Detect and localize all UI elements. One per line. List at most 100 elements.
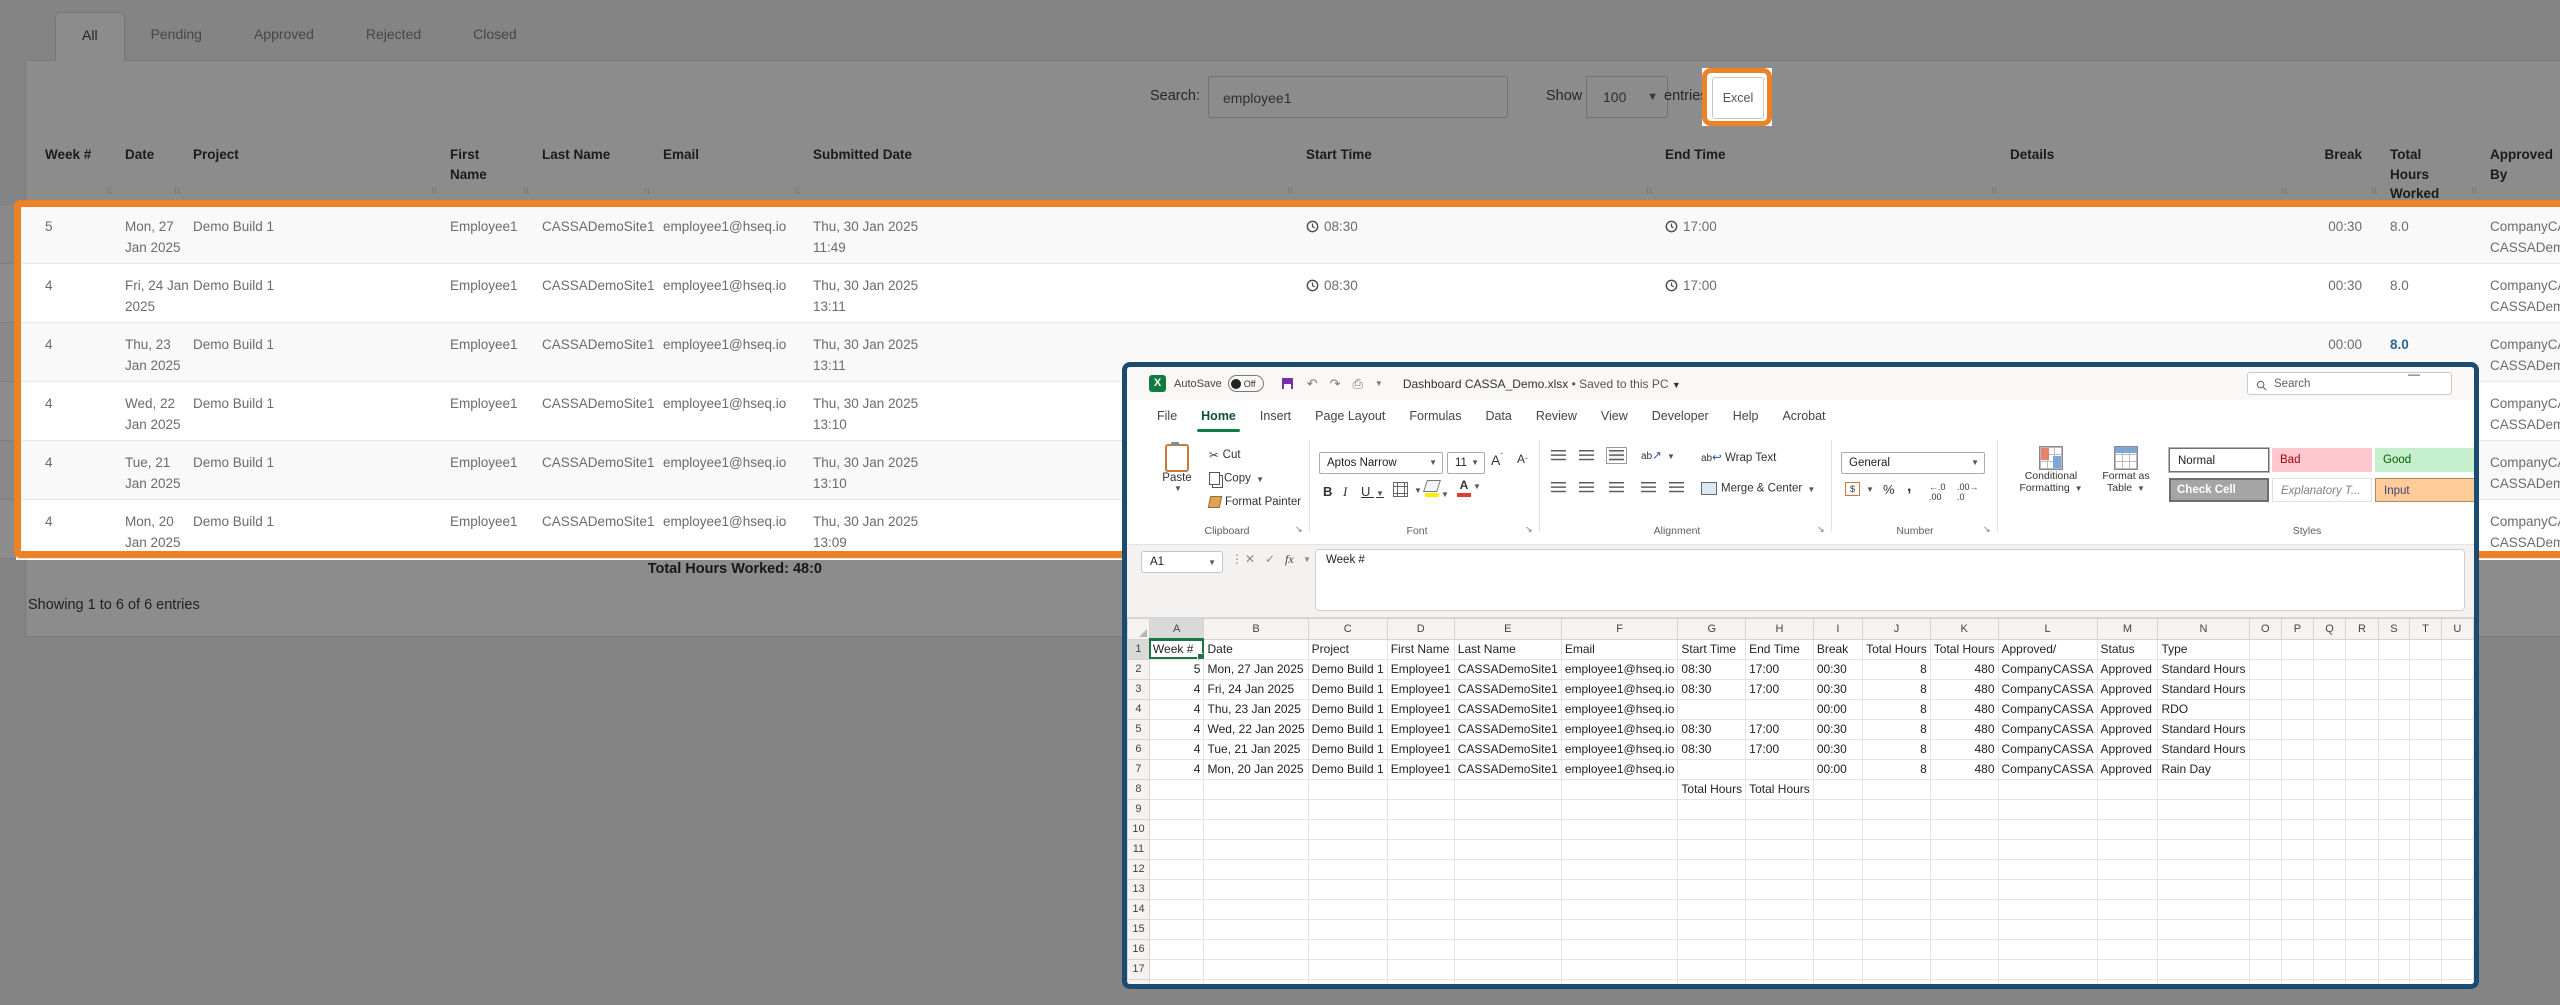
excel-cell[interactable]: Date [1204,639,1308,659]
excel-cell[interactable] [2346,879,2378,899]
copy-button[interactable]: Copy ▼ [1209,472,1264,485]
excel-cell[interactable] [2441,719,2473,739]
excel-cell[interactable] [2346,659,2378,679]
column-letter-L[interactable]: L [1998,619,2097,640]
excel-cell[interactable] [1813,839,1862,859]
excel-cell[interactable] [2282,839,2314,859]
excel-cell[interactable] [2282,959,2314,979]
excel-cell[interactable] [1454,919,1561,939]
excel-cell[interactable]: 4 [1149,739,1204,759]
cut-button[interactable]: ✂Cut [1209,448,1241,462]
excel-cell[interactable] [2410,739,2441,759]
excel-cell[interactable] [1863,939,1931,959]
excel-cell[interactable]: employee1@hseq.io [1561,659,1678,679]
excel-cell[interactable] [2378,739,2410,759]
excel-cell[interactable]: 4 [1149,679,1204,699]
excel-cell[interactable]: CompanyCASSA [1998,719,2097,739]
excel-cell[interactable]: Approved [2097,679,2158,699]
format-as-table-button[interactable]: Format asTable ▼ [2091,446,2161,494]
excel-cell[interactable] [1930,779,1998,799]
excel-cell[interactable] [2313,959,2346,979]
excel-cell[interactable]: 00:30 [1813,739,1862,759]
excel-cell[interactable]: 00:30 [1813,659,1862,679]
excel-cell[interactable]: Fri, 24 Jan 2025 [1204,679,1308,699]
column-letter-J[interactable]: J [1863,619,1931,640]
sort-icon[interactable]: ↑↓ [105,184,111,199]
excel-cell[interactable] [2282,819,2314,839]
excel-cell[interactable] [1678,699,1746,719]
column-letter-P[interactable]: P [2282,619,2314,640]
excel-cell[interactable] [2249,679,2282,699]
excel-cell[interactable] [2158,919,2249,939]
excel-cell[interactable] [1746,859,1814,879]
excel-cell[interactable] [2282,679,2314,699]
column-header[interactable]: First Name↑↓ [450,135,542,204]
quick-print-icon[interactable]: ⎙ [1353,376,1363,392]
column-letter-E[interactable]: E [1454,619,1561,640]
ribbon-tab-file[interactable]: File [1145,409,1189,432]
row-number-9[interactable]: 9 [1128,799,1150,819]
page-length-select[interactable]: 100▼ [1586,76,1668,118]
excel-cell[interactable] [2282,759,2314,779]
excel-cell[interactable] [2097,799,2158,819]
excel-cell[interactable] [1387,879,1454,899]
excel-cell[interactable]: Rain Day [2158,759,2249,779]
excel-cell[interactable] [2249,939,2282,959]
excel-cell[interactable] [2282,699,2314,719]
excel-cell[interactable] [2282,859,2314,879]
excel-cell[interactable] [2346,779,2378,799]
excel-cell[interactable] [2410,639,2441,659]
excel-cell[interactable] [2441,699,2473,719]
excel-cell[interactable] [1454,839,1561,859]
excel-cell[interactable] [2313,919,2346,939]
align-right-button[interactable] [1609,482,1624,496]
total-hours-link[interactable]: 8.0 [2390,337,2409,352]
autosave-toggle[interactable]: Off [1228,375,1264,392]
enter-icon[interactable]: ✓ [1265,552,1275,566]
excel-cell[interactable] [2410,979,2441,984]
excel-cell[interactable] [1149,919,1204,939]
bold-button[interactable]: B [1323,484,1332,499]
ribbon-tab-help[interactable]: Help [1721,409,1771,432]
excel-cell[interactable] [1998,939,2097,959]
excel-cell[interactable] [1308,779,1387,799]
sort-icon[interactable]: ↑↓ [173,184,179,199]
excel-cell[interactable]: 8 [1863,699,1931,719]
excel-cell[interactable] [2249,739,2282,759]
excel-cell[interactable] [1998,799,2097,819]
excel-cell[interactable]: Demo Build 1 [1308,739,1387,759]
excel-cell[interactable]: 8 [1863,719,1931,739]
excel-cell[interactable] [2158,839,2249,859]
excel-cell[interactable] [2282,779,2314,799]
excel-cell[interactable] [1454,779,1561,799]
column-header[interactable]: Date↑↓ [125,135,193,204]
excel-cell[interactable] [2346,859,2378,879]
excel-cell[interactable] [1204,839,1308,859]
excel-cell[interactable] [2410,919,2441,939]
excel-cell[interactable] [2441,859,2473,879]
column-letter-H[interactable]: H [1746,619,1814,640]
excel-cell[interactable]: Total Hours [1678,779,1746,799]
excel-cell[interactable] [2158,979,2249,984]
column-letter-F[interactable]: F [1561,619,1678,640]
column-letter-D[interactable]: D [1387,619,1454,640]
excel-cell[interactable]: CompanyCASSA [1998,699,2097,719]
minimize-button[interactable]: — [2399,367,2429,381]
excel-cell[interactable] [2378,659,2410,679]
excel-cell[interactable] [1561,859,1678,879]
excel-cell[interactable] [2249,839,2282,859]
excel-cell[interactable] [1387,779,1454,799]
excel-cell[interactable] [2410,699,2441,719]
select-all-corner[interactable] [1128,619,1150,640]
excel-cell[interactable] [2249,759,2282,779]
font-name-select[interactable]: Aptos Narrow▼ [1319,452,1443,474]
excel-cell[interactable]: RDO [2158,699,2249,719]
excel-cell[interactable] [1561,939,1678,959]
ribbon-tab-view[interactable]: View [1589,409,1640,432]
column-letter-T[interactable]: T [2410,619,2441,640]
excel-cell[interactable] [2282,719,2314,739]
excel-cell[interactable] [2441,779,2473,799]
column-header[interactable]: End Time↑↓ [1665,135,2010,204]
excel-cell[interactable] [2158,939,2249,959]
excel-cell[interactable] [1149,979,1204,984]
